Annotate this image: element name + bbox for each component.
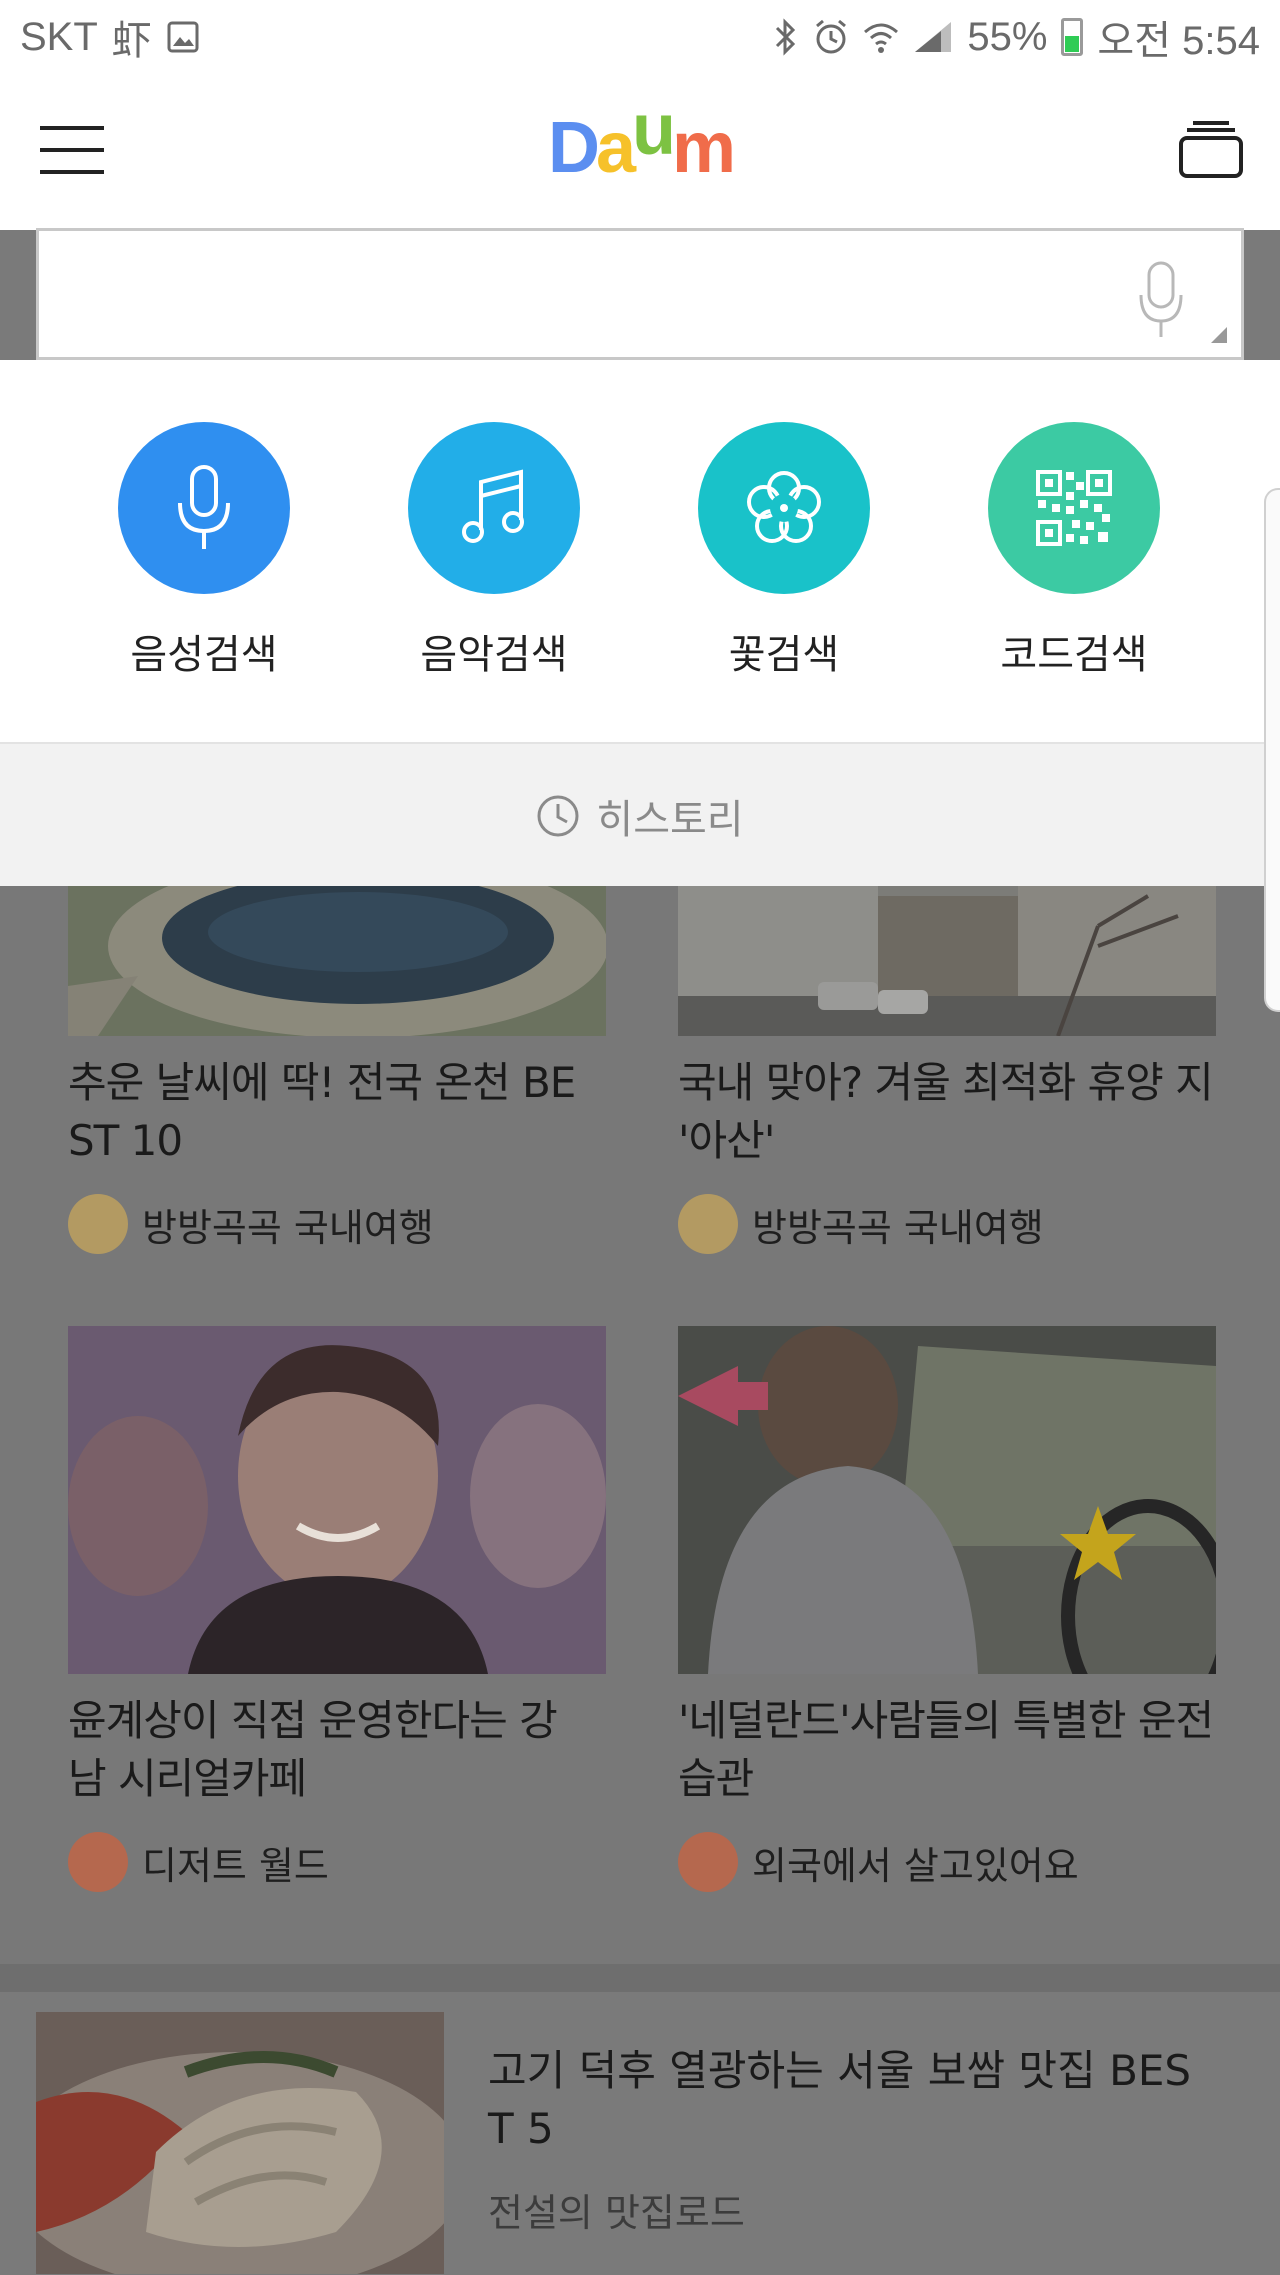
card-source: 외국에서 살고있어요 xyxy=(678,1832,1216,1892)
music-note-icon xyxy=(462,469,524,543)
app-header: Daum xyxy=(0,74,1280,230)
card-source: 디저트 월드 xyxy=(68,1832,606,1892)
mode-label: 꽃검색 xyxy=(728,632,840,678)
menu-line xyxy=(40,148,104,152)
mode-music-search[interactable]: 음악검색 xyxy=(394,422,594,680)
list-item[interactable]: 고기 덕후 열광하는 서울 보쌈 맛집 BES T 5 전설의 맛집로드 xyxy=(0,1992,1280,2275)
source-name: 디저트 월드 xyxy=(142,1843,329,1888)
logo-letter: a xyxy=(595,108,636,188)
card-title: 국내 맞아? 겨울 최적화 휴양 지 '아산' xyxy=(678,1058,1214,1165)
card-source: 방방곡곡 국내여행 xyxy=(678,1194,1216,1254)
source-name: 방방곡곡 국내여행 xyxy=(142,1205,434,1250)
mode-circle xyxy=(408,422,580,594)
history-button[interactable]: 히스토리 xyxy=(0,742,1280,888)
mode-circle xyxy=(988,422,1160,594)
source-name: 외국에서 살고있어요 xyxy=(752,1843,1079,1888)
source-avatar xyxy=(68,1194,128,1254)
source-name: 방방곡곡 국내여행 xyxy=(752,1205,1044,1250)
list-item-source: 전설의 맛집로드 xyxy=(488,2191,745,2235)
section-divider xyxy=(0,1964,1280,1992)
mode-label: 코드검색 xyxy=(1000,632,1148,678)
source-avatar xyxy=(68,1832,128,1892)
street-photo xyxy=(678,886,1216,1036)
status-bar: SKT 虾 55% 오전 5:54 xyxy=(0,0,1280,74)
search-modes: 음성검색 음악검색 꽃검색 코드검색 xyxy=(0,360,1280,742)
mode-circle xyxy=(118,422,290,594)
tabs-icon[interactable] xyxy=(1178,120,1244,180)
feed-card[interactable]: 추운 날씨에 딱! 전국 온천 BE ST 10 방방곡곡 국내여행 xyxy=(68,886,606,1254)
list-item-title: 고기 덕후 열광하는 서울 보쌈 맛집 BES T 5 xyxy=(488,2046,1192,2153)
feed-card[interactable]: 윤계상이 직접 운영한다는 강 남 시리얼카페 디저트 월드 xyxy=(68,1326,606,1892)
carrier-glyph: 虾 xyxy=(111,19,152,63)
side-panel-handle[interactable] xyxy=(1264,488,1280,1012)
clock-icon xyxy=(537,795,579,837)
portrait-photo xyxy=(68,1326,606,1674)
search-corner-indicator xyxy=(1211,327,1227,343)
signal-icon xyxy=(913,20,953,54)
logo-letter: u xyxy=(632,90,676,170)
mode-circle xyxy=(698,422,870,594)
flower-icon xyxy=(747,471,821,543)
content-feed: 추운 날씨에 딱! 전국 온천 BE ST 10 방방곡곡 국내여행 국내 맞아… xyxy=(0,886,1280,2275)
feed-card[interactable]: '네덜란드'사람들의 특별한 운전습관 외국에서 살고있어요 xyxy=(678,1326,1216,1892)
source-avatar xyxy=(678,1832,738,1892)
mode-flower-search[interactable]: 꽃검색 xyxy=(684,422,884,680)
logo-letter: D xyxy=(547,108,600,188)
battery-percent: 55% xyxy=(967,14,1048,59)
mode-code-search[interactable]: 코드검색 xyxy=(974,422,1174,680)
card-title: 추운 날씨에 딱! 전국 온천 BE ST 10 xyxy=(68,1058,576,1165)
history-label: 히스토리 xyxy=(596,797,744,843)
search-box xyxy=(36,228,1244,360)
battery-icon xyxy=(1061,18,1084,56)
menu-line xyxy=(40,126,104,130)
battery-fill xyxy=(1065,35,1080,52)
logo-letter: m xyxy=(672,108,736,188)
card-source: 방방곡곡 국내여행 xyxy=(68,1194,606,1254)
source-avatar xyxy=(678,1194,738,1254)
daum-logo[interactable]: Daum xyxy=(540,94,740,188)
mode-label: 음악검색 xyxy=(420,632,568,678)
search-input[interactable] xyxy=(59,251,1123,341)
wifi-icon xyxy=(863,20,899,54)
hamburger-menu-icon[interactable] xyxy=(40,126,104,176)
mode-voice-search[interactable]: 음성검색 xyxy=(104,422,304,680)
qr-code-icon xyxy=(1036,470,1112,546)
driver-photo xyxy=(678,1326,1216,1674)
status-bar-right: 55% 오전 5:54 xyxy=(771,8,1260,66)
gallery-icon xyxy=(166,20,200,54)
card-title: '네덜란드'사람들의 특별한 운전습관 xyxy=(678,1696,1214,1803)
bossam-photo xyxy=(36,2012,444,2274)
status-bar-left: SKT 虾 xyxy=(20,8,200,66)
menu-line xyxy=(40,170,104,174)
clock-time: 오전 5:54 xyxy=(1097,19,1260,63)
bluetooth-icon xyxy=(771,18,799,56)
fountain-photo xyxy=(68,886,606,1036)
alarm-icon xyxy=(813,18,849,56)
mode-label: 음성검색 xyxy=(130,632,278,678)
search-mic-icon[interactable] xyxy=(1137,261,1185,341)
feed-card[interactable]: 국내 맞아? 겨울 최적화 휴양 지 '아산' 방방곡곡 국내여행 xyxy=(678,886,1216,1254)
card-title: 윤계상이 직접 운영한다는 강 남 시리얼카페 xyxy=(68,1696,558,1803)
microphone-icon xyxy=(178,465,230,549)
carrier-label: SKT xyxy=(20,14,98,59)
